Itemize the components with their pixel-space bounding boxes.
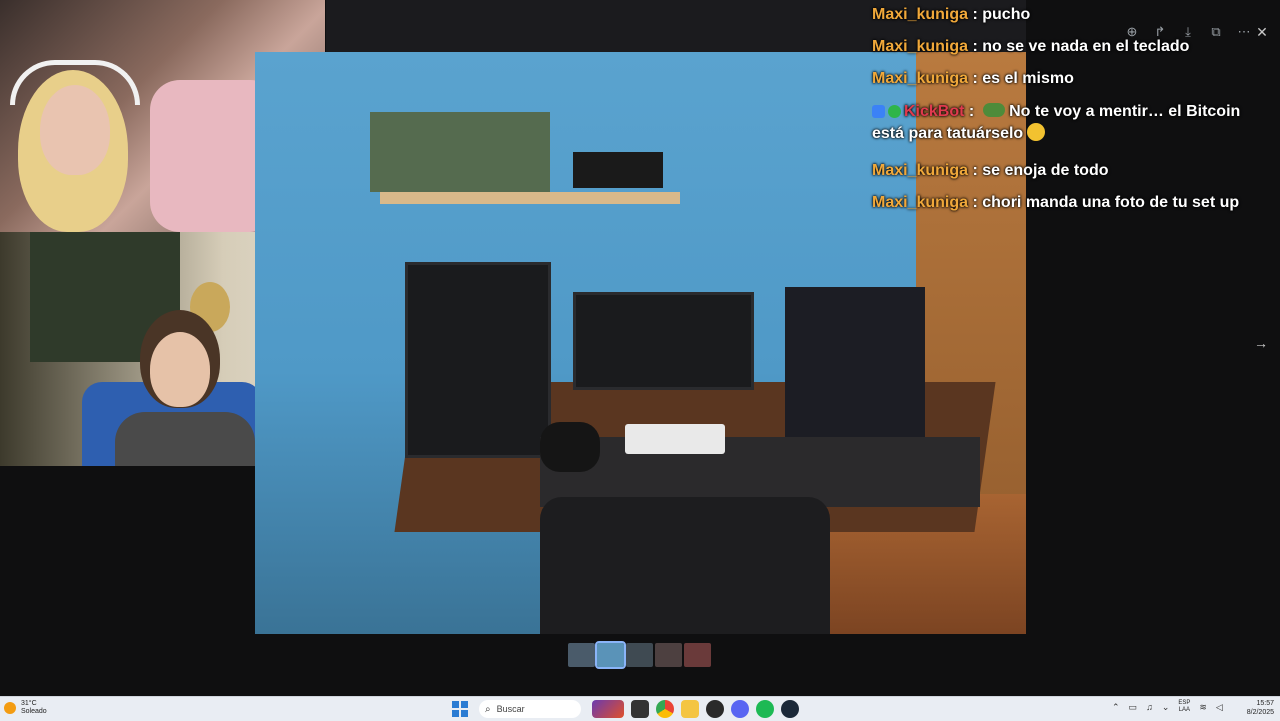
clock-date: 8/2/2025: [1246, 709, 1274, 716]
chat-username: Maxi_kuniga: [872, 70, 969, 87]
weather-condition: Soleado: [21, 708, 47, 715]
thumbnail[interactable]: [568, 643, 595, 667]
center-monitor: [573, 292, 754, 390]
streamer-face: [150, 332, 210, 407]
chat-message: Maxi_kuniga : es el mismo: [872, 70, 1074, 87]
steam-icon[interactable]: [781, 700, 799, 718]
chat-text: se enoja de todo: [982, 162, 1109, 179]
chat-username: KickBot: [904, 103, 965, 120]
search-placeholder: Buscar: [496, 704, 525, 714]
shirt: [115, 412, 255, 466]
game-app-icon[interactable]: [592, 700, 624, 718]
office-chair: [540, 497, 830, 634]
network-icon[interactable]: ▭: [1129, 702, 1138, 713]
system-tray: ⌃ ▭ ♫ ⌄ ESP LAA ≋ ◁: [1112, 700, 1223, 714]
chat-message: Maxi_kuniga : chori manda una foto de tu…: [872, 194, 1240, 211]
chat-username: Maxi_kuniga: [872, 194, 969, 211]
chat-username: Maxi_kuniga: [872, 38, 969, 55]
microphone-icon[interactable]: ♫: [1146, 702, 1153, 712]
spotify-icon[interactable]: [756, 700, 774, 718]
thumbnail[interactable]: [684, 643, 711, 667]
weather-widget[interactable]: 31°C Soleado: [4, 700, 47, 716]
sun-icon: [4, 702, 16, 714]
chevron-down-icon[interactable]: ⌄: [1162, 702, 1170, 713]
taskbar: 31°C Soleado ⌕ Buscar ⌃ ▭ ♫ ⌄ ESP LAA ≋ …: [0, 696, 1280, 721]
thumbnail[interactable]: [655, 643, 682, 667]
verified-badge-icon: [888, 105, 901, 118]
terminal-icon[interactable]: [631, 700, 649, 718]
next-arrow-icon[interactable]: →: [1250, 332, 1272, 354]
emoji-icon: [1027, 123, 1046, 141]
chat-message: Maxi_kuniga : no se ve nada en el teclad…: [872, 38, 1190, 55]
language-indicator[interactable]: ESP LAA: [1178, 700, 1190, 714]
taskbar-apps: [592, 700, 799, 718]
photo-thumbnails: [568, 641, 711, 669]
chat-text: no se ve nada en el teclado: [982, 38, 1190, 55]
comics: [370, 112, 550, 192]
weather-temp: 31°C: [21, 700, 37, 707]
chat-username: Maxi_kuniga: [872, 162, 969, 179]
emote-icon: [982, 103, 1005, 117]
shelf: [380, 192, 680, 204]
start-button[interactable]: [452, 701, 468, 717]
thumbnail[interactable]: [595, 641, 626, 669]
chat-message: Maxi_kuniga : se enoja de todo: [872, 162, 1109, 179]
left-monitor: [405, 262, 551, 458]
chat-username: Maxi_kuniga: [872, 6, 969, 23]
clock-time: 15:57: [1256, 700, 1274, 707]
chat-text: pucho: [982, 6, 1031, 23]
discord-icon[interactable]: [731, 700, 749, 718]
chat-message: Maxi_kuniga : pucho: [872, 6, 1031, 23]
taskbar-search[interactable]: ⌕ Buscar: [479, 700, 581, 718]
chrome-icon[interactable]: [656, 700, 674, 718]
chat-text: es el mismo: [982, 70, 1074, 87]
chevron-up-icon[interactable]: ⌃: [1112, 702, 1120, 713]
chat-text: chori manda una foto de tu set up: [982, 194, 1240, 211]
search-icon: ⌕: [485, 703, 491, 715]
clock[interactable]: 15:57 8/2/2025: [1247, 699, 1274, 717]
headphones: [10, 60, 140, 105]
thumbnail[interactable]: [626, 643, 653, 667]
volume-icon[interactable]: ◁: [1216, 702, 1223, 713]
keyboard: [625, 424, 725, 454]
obs-icon[interactable]: [706, 700, 724, 718]
file-explorer-icon[interactable]: [681, 700, 699, 718]
chat-message: KickBot : No te voy a mentir… el Bitcoin…: [872, 103, 1241, 142]
wifi-icon[interactable]: ≋: [1199, 702, 1207, 713]
pc-tower: [785, 287, 925, 452]
shelf-keyboard: [573, 152, 663, 188]
headset: [540, 422, 600, 472]
bot-badge-icon: [872, 105, 885, 118]
